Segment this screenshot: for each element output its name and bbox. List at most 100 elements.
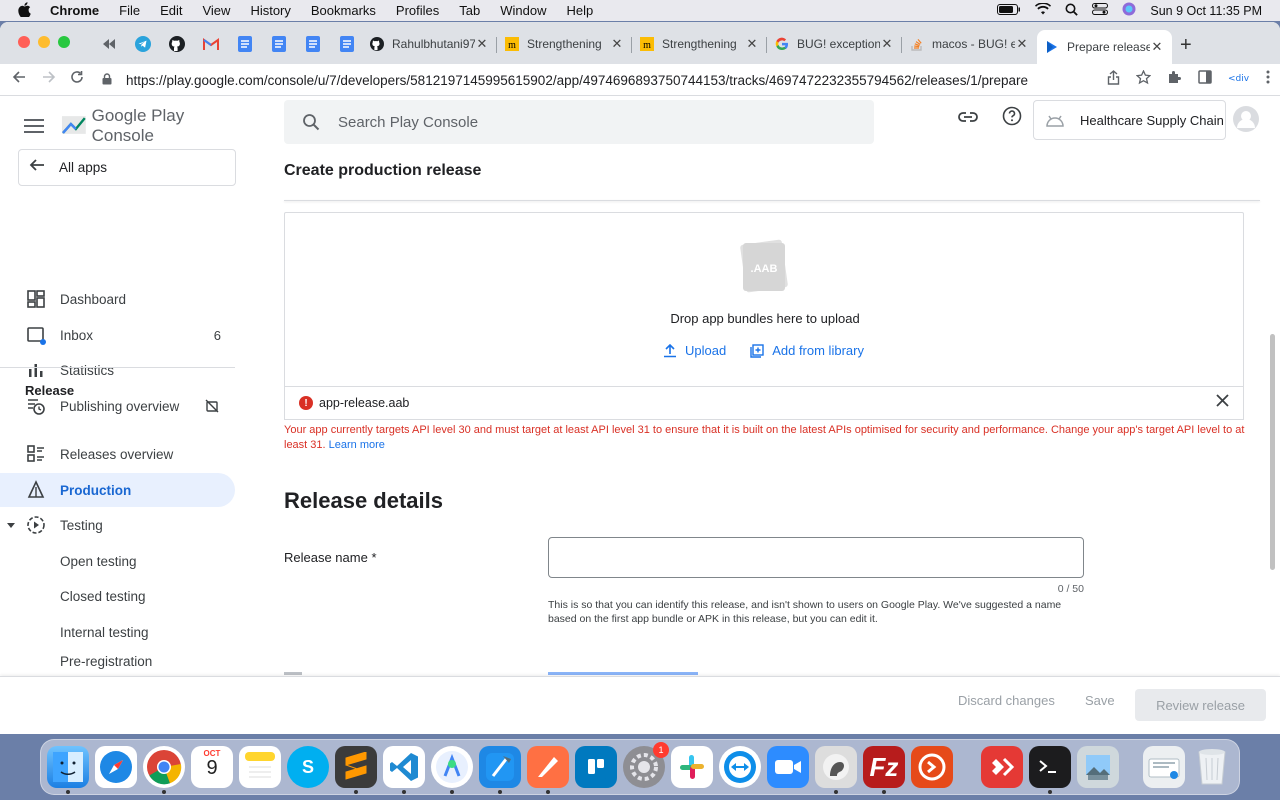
close-tab-icon[interactable]: ✕ [610, 36, 624, 52]
dock-finder[interactable] [47, 746, 89, 788]
extension-div-icon[interactable]: <div [1228, 70, 1250, 88]
dock-system-preferences[interactable]: 1 [623, 742, 669, 788]
dock-chrome[interactable] [143, 746, 185, 788]
menu-tab[interactable]: Tab [459, 3, 480, 18]
menu-bookmarks[interactable]: Bookmarks [311, 3, 376, 18]
wifi-icon[interactable] [1035, 2, 1052, 18]
dock-teamviewer[interactable] [719, 746, 761, 788]
tab-bug-exception[interactable]: BUG! exception ✕ [767, 30, 902, 58]
menu-chrome[interactable]: Chrome [50, 3, 99, 18]
chrome-menu-icon[interactable] [1266, 70, 1270, 88]
sidebar-item-releases-overview[interactable]: Releases overview [0, 437, 235, 471]
dock-calendar[interactable]: OCT 9 [191, 746, 233, 788]
tab-github[interactable]: Rahulbhutani97 ✕ [362, 30, 497, 58]
dock-sketch-pen[interactable] [527, 746, 569, 788]
lock-icon[interactable] [102, 72, 116, 88]
dock-remote-desktop[interactable] [911, 746, 953, 788]
release-name-input[interactable] [548, 537, 1084, 578]
spotlight-search-icon[interactable] [1065, 3, 1079, 19]
hamburger-menu-icon[interactable] [24, 119, 44, 133]
close-tab-icon[interactable]: ✕ [745, 36, 759, 52]
tab-strengthening-1[interactable]: m Strengthening ✕ [497, 30, 632, 58]
apple-menu-icon[interactable] [18, 1, 34, 20]
menu-history[interactable]: History [250, 3, 290, 18]
menu-window[interactable]: Window [500, 3, 546, 18]
pinned-tab-telegram[interactable] [126, 34, 160, 54]
add-from-library-button[interactable]: Add from library [750, 343, 864, 358]
pinned-tab-docs-2[interactable] [262, 34, 296, 54]
sidebar-item-testing[interactable]: Testing [0, 508, 235, 542]
remove-file-icon[interactable] [1216, 394, 1229, 412]
address-bar[interactable]: https://play.google.com/console/u/7/deve… [102, 66, 1102, 94]
close-tab-icon[interactable]: ✕ [1015, 36, 1029, 52]
dock-slack[interactable] [671, 746, 713, 788]
control-center-icon[interactable] [1092, 3, 1109, 18]
review-release-button[interactable]: Review release [1135, 689, 1266, 721]
managed-publishing-off-icon[interactable] [205, 399, 219, 413]
menu-profiles[interactable]: Profiles [396, 3, 439, 18]
forward-icon[interactable] [42, 70, 56, 89]
sidebar-item-closed-testing[interactable]: Closed testing [0, 579, 235, 613]
dock-vscode[interactable] [383, 746, 425, 788]
siri-icon[interactable] [1122, 2, 1136, 19]
search-bar[interactable]: Search Play Console [284, 100, 874, 144]
share-icon[interactable] [1107, 70, 1120, 88]
sidebar-item-statistics[interactable]: Statistics [0, 353, 235, 387]
dock-filezilla[interactable]: Fz [863, 746, 905, 788]
dock-downloads-stack[interactable] [1143, 746, 1185, 788]
dock-xcode[interactable] [479, 746, 521, 788]
menu-help[interactable]: Help [567, 3, 594, 18]
dock-zoom[interactable] [767, 746, 809, 788]
sidebar-item-inbox[interactable]: Inbox 6 [0, 318, 235, 352]
close-window-button[interactable] [18, 36, 30, 48]
menu-file[interactable]: File [119, 3, 140, 18]
pinned-tab-docs-3[interactable] [296, 34, 330, 54]
close-tab-icon[interactable]: ✕ [880, 36, 894, 52]
dock-terminal[interactable] [1029, 746, 1071, 788]
tab-macos-bug[interactable]: macos - BUG! e ✕ [902, 30, 1037, 58]
dock-notes[interactable] [239, 746, 281, 788]
pinned-tab-docs-1[interactable] [228, 34, 262, 54]
dock-android-studio[interactable] [431, 746, 473, 788]
close-tab-icon[interactable]: ✕ [1150, 39, 1164, 55]
pinned-tab-gmail[interactable] [194, 34, 228, 54]
dock-safari[interactable] [95, 746, 137, 788]
learn-more-link[interactable]: Learn more [329, 439, 385, 451]
discard-changes-button[interactable]: Discard changes [958, 693, 1055, 708]
menu-view[interactable]: View [202, 3, 230, 18]
battery-icon[interactable] [997, 3, 1021, 18]
tab-prepare-release[interactable]: Prepare release ✕ [1037, 30, 1172, 64]
sidebar-item-production[interactable]: Production [0, 473, 235, 507]
all-apps-button[interactable]: All apps [18, 149, 236, 186]
upload-button[interactable]: Upload [663, 343, 726, 358]
developer-account-switcher[interactable]: Healthcare Supply Chain [1033, 100, 1226, 140]
bookmark-star-icon[interactable] [1135, 69, 1152, 88]
pinned-tab-media[interactable] [92, 34, 126, 54]
sidebar-item-pre-registration[interactable]: Pre-registration [0, 650, 235, 676]
menu-edit[interactable]: Edit [160, 3, 182, 18]
dock-trello[interactable] [575, 746, 617, 788]
dock-skype[interactable]: S [287, 746, 329, 788]
side-panel-icon[interactable] [1198, 70, 1212, 88]
reload-icon[interactable] [70, 70, 84, 89]
dock-preview[interactable] [1077, 746, 1119, 788]
new-tab-icon[interactable]: + [1180, 34, 1192, 57]
dock-sublime-text[interactable] [335, 746, 377, 788]
dock-trash[interactable] [1191, 746, 1233, 788]
google-play-console-logo[interactable] [60, 112, 88, 140]
sidebar-item-internal-testing[interactable]: Internal testing [0, 615, 235, 649]
close-tab-icon[interactable]: ✕ [475, 36, 489, 52]
pinned-tab-docs-4[interactable] [330, 34, 364, 54]
page-scrollbar[interactable] [1270, 334, 1275, 570]
menubar-clock[interactable]: Sun 9 Oct 11:35 PM [1150, 4, 1262, 18]
back-icon[interactable] [12, 70, 26, 89]
save-button[interactable]: Save [1085, 693, 1115, 708]
sidebar-item-dashboard[interactable]: Dashboard [0, 282, 235, 316]
link-icon[interactable] [958, 110, 978, 131]
sidebar-item-open-testing[interactable]: Open testing [0, 544, 235, 578]
minimize-window-button[interactable] [38, 36, 50, 48]
dock-anydesk[interactable] [981, 746, 1023, 788]
expand-arrow-icon[interactable] [6, 520, 16, 530]
help-icon[interactable] [1002, 106, 1022, 131]
extensions-icon[interactable] [1167, 70, 1182, 88]
